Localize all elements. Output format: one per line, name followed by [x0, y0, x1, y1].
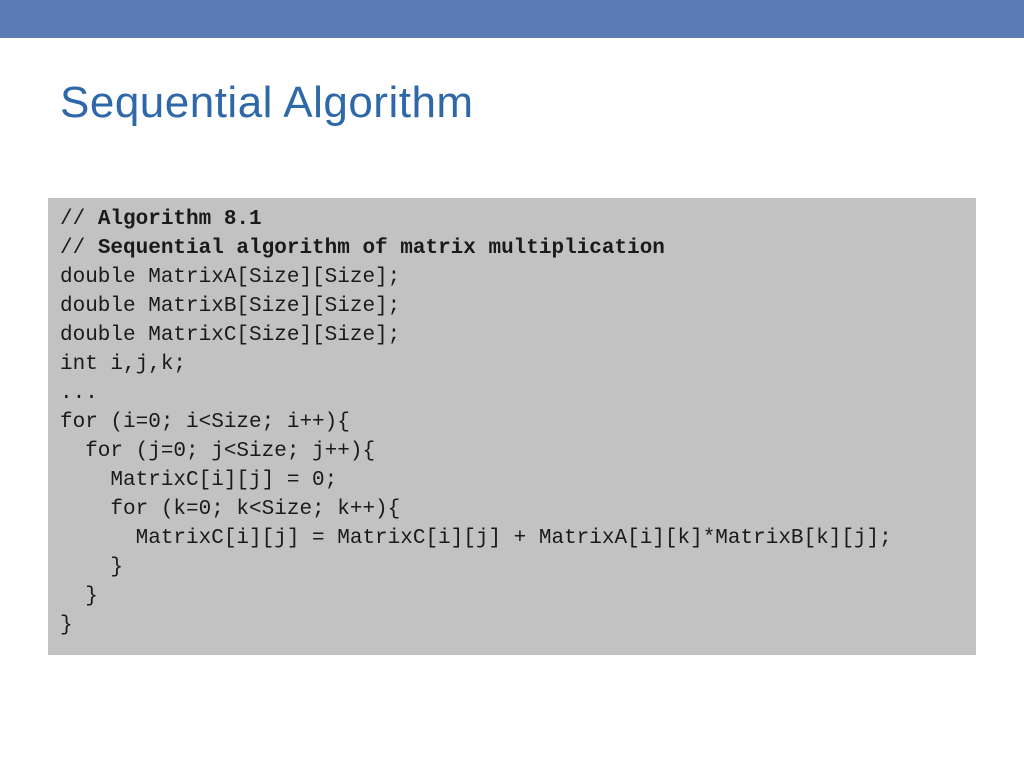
- code-line: for (k=0; k<Size; k++){: [60, 498, 400, 521]
- code-line: int i,j,k;: [60, 353, 186, 376]
- code-line: MatrixC[i][j] = 0;: [60, 469, 337, 492]
- code-line: double MatrixA[Size][Size];: [60, 266, 400, 289]
- code-line: }: [60, 614, 73, 637]
- code-line: }: [60, 585, 98, 608]
- code-comment-prefix: //: [60, 208, 98, 231]
- code-line: double MatrixB[Size][Size];: [60, 295, 400, 318]
- code-line: }: [60, 556, 123, 579]
- code-line: for (j=0; j<Size; j++){: [60, 440, 375, 463]
- code-comment-bold: Sequential algorithm of matrix multiplic…: [98, 237, 665, 260]
- top-decoration-bar: [0, 0, 1024, 38]
- code-block: // Algorithm 8.1 // Sequential algorithm…: [48, 198, 976, 655]
- code-comment-bold: Algorithm 8.1: [98, 208, 262, 231]
- code-line: for (i=0; i<Size; i++){: [60, 411, 350, 434]
- slide-title: Sequential Algorithm: [60, 78, 1024, 128]
- code-line: MatrixC[i][j] = MatrixC[i][j] + MatrixA[…: [60, 527, 892, 550]
- code-comment-prefix: //: [60, 237, 98, 260]
- code-line: double MatrixC[Size][Size];: [60, 324, 400, 347]
- code-line: ...: [60, 382, 98, 405]
